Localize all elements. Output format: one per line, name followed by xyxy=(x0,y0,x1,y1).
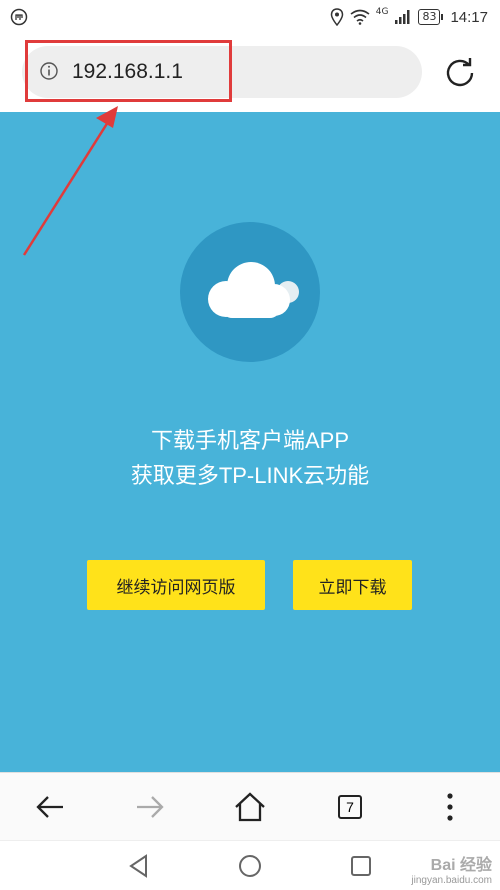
watermark-logo: Bai 经验 xyxy=(430,857,492,874)
nav-back-icon[interactable] xyxy=(126,853,152,879)
browser-toolbar: 7 xyxy=(0,772,500,841)
download-now-button[interactable]: 立即下载 xyxy=(293,560,412,610)
promo-line-2: 获取更多TP-LINK云功能 xyxy=(130,463,370,488)
nav-home-icon[interactable] xyxy=(237,853,263,879)
watermark: Bai 经验 jingyan.baidu.com xyxy=(411,851,492,886)
forward-button[interactable] xyxy=(130,789,170,825)
nav-recents-icon[interactable] xyxy=(348,853,374,879)
battery-icon: 83 xyxy=(418,9,444,25)
url-highlight-box xyxy=(25,40,232,102)
back-button[interactable] xyxy=(30,789,70,825)
back-icon xyxy=(36,796,63,818)
cloud-icon xyxy=(208,262,299,318)
location-icon xyxy=(330,8,344,26)
network-type: 4G xyxy=(375,7,389,17)
clock: 14:17 xyxy=(450,8,488,26)
status-indicators: 4G 83 14:17 xyxy=(330,6,488,28)
continue-web-button[interactable]: 继续访问网页版 xyxy=(87,560,265,610)
reload-icon[interactable] xyxy=(443,56,477,90)
wifi-icon xyxy=(350,9,370,25)
signal-icon xyxy=(395,10,410,24)
home-button[interactable] xyxy=(230,789,270,825)
tabs-button[interactable]: 7 xyxy=(330,789,370,825)
system-nav-bar: Bai 经验 jingyan.baidu.com xyxy=(0,840,500,890)
home-icon xyxy=(235,792,265,822)
promo-line-1: 下载手机客户端APP xyxy=(150,428,350,453)
menu-icon xyxy=(447,793,453,821)
status-bar: 4G 83 14:17 xyxy=(0,0,500,34)
tab-count: 7 xyxy=(338,795,362,819)
watermark-site: jingyan.baidu.com xyxy=(411,875,492,886)
menu-button[interactable] xyxy=(430,789,470,825)
app-notification-icon xyxy=(10,8,28,26)
forward-icon xyxy=(137,796,164,818)
